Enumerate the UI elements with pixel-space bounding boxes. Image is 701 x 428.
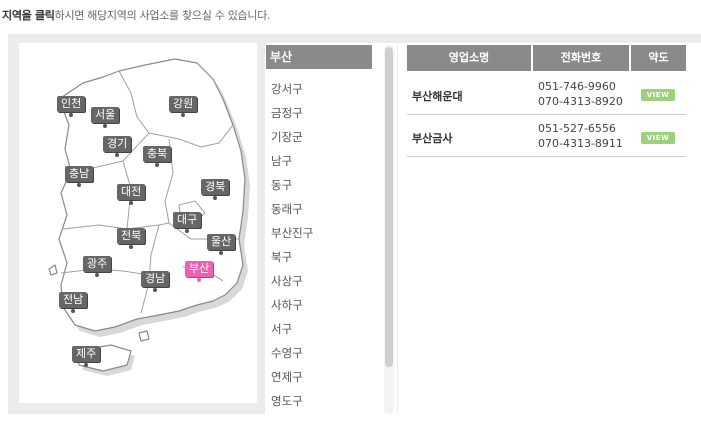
district-list: 강서구 금정구 기장군 남구 동구 동래구 부산진구 북구 사상구 사하구 서구… bbox=[271, 80, 313, 416]
office-name: 부산해운대 bbox=[412, 90, 463, 103]
region-marker-gangwon[interactable]: 강원 bbox=[169, 96, 198, 117]
district-header: 부산 bbox=[266, 45, 372, 69]
district-item[interactable]: 사상구 bbox=[271, 272, 313, 296]
instruction-rest: 하시면 해당지역의 사업소를 찾으실 수 있습니다. bbox=[54, 9, 271, 22]
view-map-button[interactable]: VIEW bbox=[641, 132, 675, 144]
mainland-outline bbox=[58, 58, 246, 332]
region-marker-chungbuk[interactable]: 충북 bbox=[143, 146, 172, 167]
office-phone: 051-746-9960 070-4313-8920 bbox=[538, 79, 623, 109]
district-item[interactable]: 부산진구 bbox=[271, 224, 313, 248]
row-divider bbox=[407, 156, 686, 157]
island-south bbox=[138, 330, 150, 342]
district-item[interactable]: 동구 bbox=[271, 176, 313, 200]
region-marker-gyeonggi[interactable]: 경기 bbox=[103, 136, 132, 157]
district-item[interactable]: 수영구 bbox=[271, 344, 313, 368]
region-marker-daejeon[interactable]: 대전 bbox=[117, 184, 146, 205]
region-marker-jeonbuk[interactable]: 전북 bbox=[117, 228, 146, 249]
column-header-phone: 전화번호 bbox=[533, 45, 629, 71]
office-phone-main: 051-746-9960 bbox=[538, 80, 616, 93]
region-marker-busan[interactable]: 부산 bbox=[185, 261, 214, 282]
district-item[interactable]: 사하구 bbox=[271, 296, 313, 320]
district-scrollbar-thumb[interactable] bbox=[385, 47, 393, 367]
instruction-text: 지역을 클릭하시면 해당지역의 사업소를 찾으실 수 있습니다. bbox=[2, 7, 271, 23]
district-item[interactable]: 동래구 bbox=[271, 200, 313, 224]
district-item[interactable]: 서구 bbox=[271, 320, 313, 344]
region-marker-gyeongbuk[interactable]: 경북 bbox=[201, 179, 230, 200]
region-marker-seoul[interactable]: 서울 bbox=[91, 107, 120, 128]
row-divider bbox=[407, 114, 686, 115]
column-header-map: 약도 bbox=[631, 45, 686, 71]
district-item[interactable]: 북구 bbox=[271, 248, 313, 272]
office-phone-main: 051-527-6556 bbox=[538, 122, 616, 135]
office-phone-alt: 070-4313-8920 bbox=[538, 95, 623, 108]
district-item[interactable]: 영도구 bbox=[271, 392, 313, 416]
panel-bottom-strip bbox=[8, 414, 701, 428]
district-item[interactable]: 남구 bbox=[271, 152, 313, 176]
office-phone-alt: 070-4313-8911 bbox=[538, 137, 623, 150]
column-header-name: 영업소명 bbox=[407, 45, 531, 71]
region-marker-daegu[interactable]: 대구 bbox=[173, 212, 202, 233]
region-marker-jeonnam[interactable]: 전남 bbox=[59, 292, 88, 313]
region-marker-chungnam[interactable]: 충남 bbox=[65, 166, 94, 187]
korea-map bbox=[19, 43, 257, 403]
district-item[interactable]: 강서구 bbox=[271, 80, 313, 104]
region-marker-gwangju[interactable]: 광주 bbox=[83, 256, 112, 277]
region-marker-jeju[interactable]: 제주 bbox=[72, 346, 101, 367]
island-left bbox=[48, 264, 58, 276]
district-item[interactable]: 기장군 bbox=[271, 128, 313, 152]
korea-map-shape bbox=[48, 58, 250, 376]
district-item[interactable]: 연제구 bbox=[271, 368, 313, 392]
region-marker-incheon[interactable]: 인천 bbox=[57, 96, 86, 117]
region-marker-ulsan[interactable]: 울산 bbox=[207, 234, 236, 255]
instruction-highlight: 지역을 클릭 bbox=[2, 9, 55, 22]
office-phone: 051-527-6556 070-4313-8911 bbox=[538, 121, 623, 151]
district-item[interactable]: 금정구 bbox=[271, 104, 313, 128]
view-map-button[interactable]: VIEW bbox=[641, 89, 675, 101]
office-name: 부산금사 bbox=[412, 132, 453, 145]
region-marker-gyeongnam[interactable]: 경남 bbox=[141, 271, 170, 292]
